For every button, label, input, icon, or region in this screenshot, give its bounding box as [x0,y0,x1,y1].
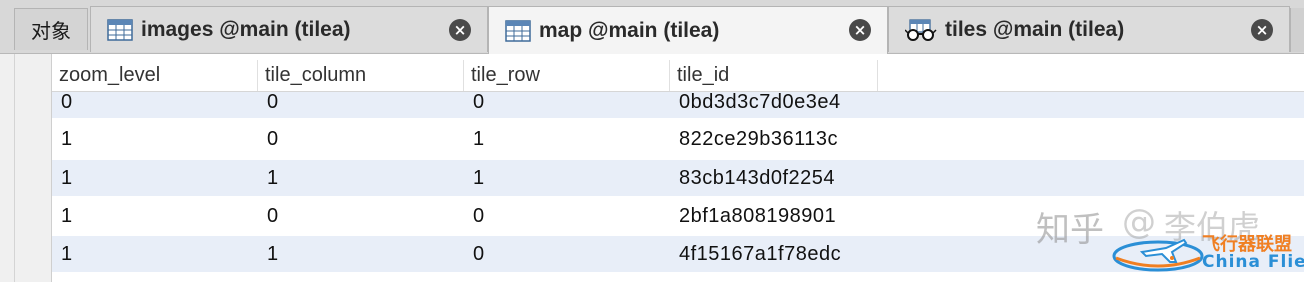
cell-tile-column[interactable]: 0 [258,118,464,160]
cell-zoom-level[interactable]: 1 [52,236,258,272]
cell-zoom-level[interactable]: 1 [52,118,258,160]
cell-tile-id[interactable]: 2bf1a808198901 [670,196,872,236]
cell-tile-column[interactable]: 0 [258,196,464,236]
app-window: 对象 images @main (tilea) × map @main (til… [0,0,1304,282]
table-row[interactable]: 1 1 1 83cb143d0f2254 [52,160,1304,196]
tab-tiles-label: tiles @main (tilea) [945,17,1125,41]
tab-images[interactable]: images @main (tilea) × [90,6,488,52]
tab-tiles[interactable]: tiles @main (tilea) × [888,6,1290,52]
column-header-zoom-level[interactable]: zoom_level [52,60,258,91]
cell-tile-row[interactable]: 1 [464,160,670,196]
column-header-tile-id[interactable]: tile_id [670,60,878,91]
column-header-tile-row[interactable]: tile_row [464,60,670,91]
cell-zoom-level[interactable]: 1 [52,160,258,196]
cell-tile-column[interactable]: 1 [258,160,464,196]
cell-tile-row[interactable]: 0 [464,89,670,115]
tab-bar-overflow [1290,8,1304,52]
tab-images-label: images @main (tilea) [141,17,351,41]
cell-tile-id[interactable]: 83cb143d0f2254 [670,160,872,196]
cell-tile-column[interactable]: 0 [258,89,464,115]
close-icon[interactable]: × [849,19,871,41]
table-row[interactable]: 1 0 1 822ce29b36113c [52,118,1304,160]
cell-zoom-level[interactable]: 0 [52,89,258,115]
table-icon [505,19,531,42]
cell-tile-id[interactable]: 822ce29b36113c [670,118,872,160]
close-icon[interactable]: × [1251,19,1273,41]
table-icon [107,18,133,41]
table-row[interactable]: 1 1 0 4f15167a1f78edc [52,236,1304,272]
cell-tile-row[interactable]: 1 [464,118,670,160]
tab-objects[interactable]: 对象 [14,8,88,50]
tab-bar: 对象 images @main (tilea) × map @main (til… [0,0,1304,54]
data-grid: zoom_level tile_column tile_row tile_id … [0,54,1304,282]
cell-tile-column[interactable]: 1 [258,236,464,272]
cell-tile-id[interactable]: 0bd3d3c7d0e3e4 [670,89,872,115]
view-glasses-icon [904,18,937,41]
grid-header: zoom_level tile_column tile_row tile_id [52,60,1304,92]
tab-objects-label: 对象 [31,21,71,43]
table-row[interactable]: 0 0 0 0bd3d3c7d0e3e4 [52,89,1304,118]
table-row[interactable]: 1 0 0 2bf1a808198901 [52,196,1304,236]
close-icon[interactable]: × [449,19,471,41]
cell-tile-row[interactable]: 0 [464,236,670,272]
column-header-tile-column[interactable]: tile_column [258,60,464,91]
cell-tile-row[interactable]: 0 [464,196,670,236]
row-gutter [0,54,52,282]
cell-zoom-level[interactable]: 1 [52,196,258,236]
cell-tile-id[interactable]: 4f15167a1f78edc [670,236,872,272]
tab-map[interactable]: map @main (tilea) × [488,6,888,54]
tab-map-label: map @main (tilea) [539,18,720,42]
